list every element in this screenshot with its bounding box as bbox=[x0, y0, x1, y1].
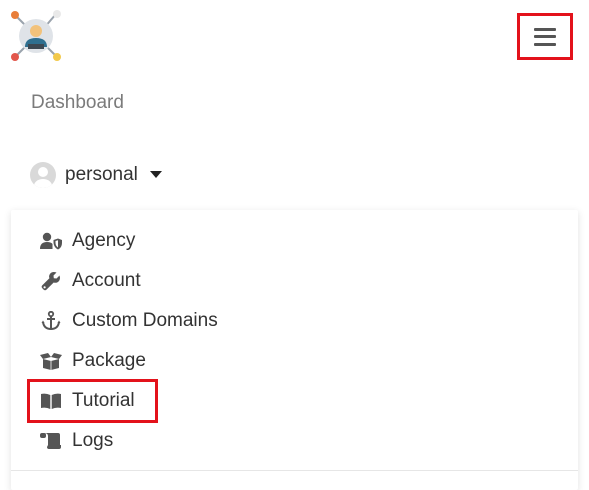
scroll-icon bbox=[39, 430, 63, 452]
user-dropdown-toggle[interactable]: personal bbox=[30, 160, 162, 190]
dropdown-divider bbox=[11, 470, 578, 471]
menu-item-label: Agency bbox=[72, 230, 136, 251]
menu-item-custom-domains[interactable]: Custom Domains bbox=[39, 306, 218, 336]
menu-item-label: Custom Domains bbox=[72, 310, 218, 331]
menu-item-account[interactable]: Account bbox=[39, 266, 141, 296]
menu-item-label: Account bbox=[72, 270, 141, 291]
user-dropdown-menu: Agency Account Custom Domains Package Tu… bbox=[11, 210, 578, 490]
people-network-logo-icon bbox=[11, 10, 61, 61]
app-logo[interactable] bbox=[8, 8, 64, 64]
menu-item-label: Package bbox=[72, 350, 146, 371]
book-open-icon bbox=[39, 390, 63, 412]
hamburger-menu-icon bbox=[534, 27, 556, 46]
menu-item-label: Tutorial bbox=[72, 390, 135, 411]
box-open-icon bbox=[39, 350, 63, 372]
wrench-icon bbox=[39, 270, 63, 292]
menu-item-agency[interactable]: Agency bbox=[39, 226, 135, 256]
user-name: personal bbox=[65, 164, 138, 185]
menu-toggle-button[interactable] bbox=[517, 13, 573, 60]
user-shield-icon bbox=[39, 230, 63, 252]
nav-dashboard-link[interactable]: Dashboard bbox=[31, 92, 124, 114]
user-avatar-icon bbox=[30, 162, 56, 188]
caret-down-icon bbox=[149, 170, 162, 178]
menu-item-package[interactable]: Package bbox=[39, 346, 146, 376]
menu-item-logs[interactable]: Logs bbox=[39, 426, 113, 456]
anchor-icon bbox=[39, 310, 63, 332]
menu-item-tutorial[interactable]: Tutorial bbox=[39, 386, 135, 416]
menu-item-label: Logs bbox=[72, 430, 114, 451]
